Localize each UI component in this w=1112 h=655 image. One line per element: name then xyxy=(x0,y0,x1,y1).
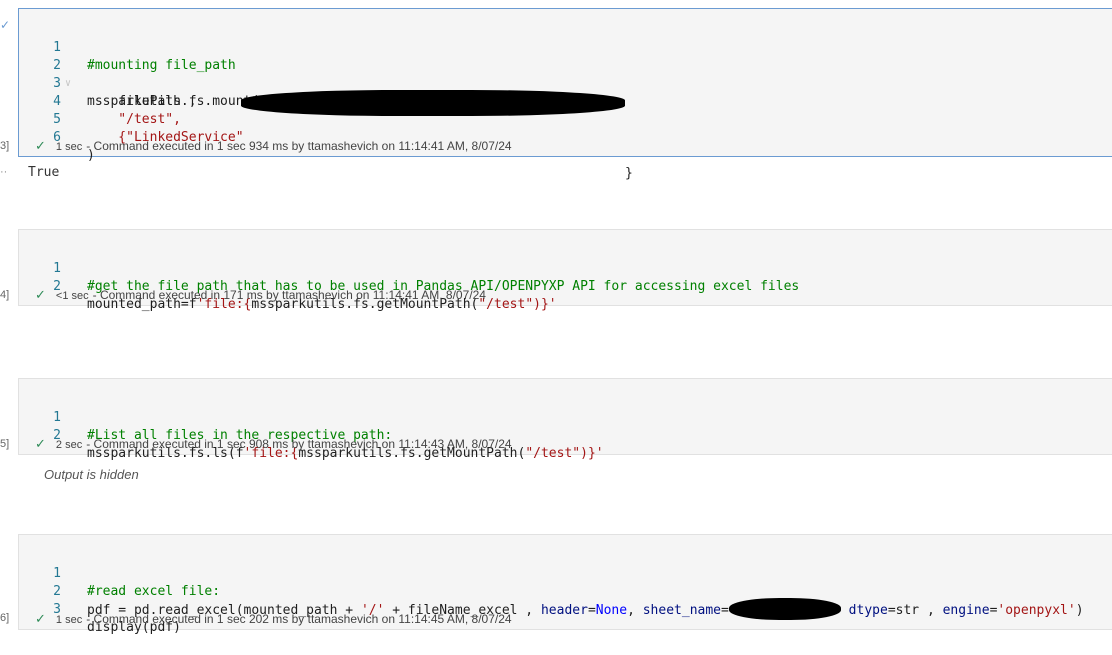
cell-status: ✓ 1 sec - Command executed in 1 sec 934 ms… xyxy=(35,138,512,153)
cell-status: ✓ <1 sec - Command executed in 171 ms by t… xyxy=(35,287,486,302)
code-line[interactable]: 1 #get the file path that has to be used… xyxy=(19,242,799,294)
code-line[interactable]: 2 ∨ mssparkutils.fs.mount( xyxy=(19,39,259,109)
execution-count: 6] xyxy=(0,612,10,624)
output-hidden-label[interactable]: Output is hidden xyxy=(44,467,139,482)
success-check-icon: ✓ xyxy=(35,436,46,451)
execution-count: 4] xyxy=(0,289,10,301)
code-line[interactable]: 2 mssparkutils.fs.ls(f'file:{mssparkutil… xyxy=(19,409,603,461)
code-cell-3[interactable]: 1 #List all files in the respective path… xyxy=(18,378,1112,461)
code-line[interactable]: 2 mounted_path=f'file:{mssparkutils.fs.g… xyxy=(19,260,556,312)
cell-status: ✓ 2 sec - Command executed in 1 sec 908 ms… xyxy=(35,436,512,451)
code-cell-1[interactable]: 1 #mounting file_path 2 ∨ mssparkutils.f… xyxy=(18,8,1112,181)
code-line[interactable]: 1 #read excel file: xyxy=(19,547,220,599)
fold-chevron-icon[interactable]: ∨ xyxy=(65,75,71,93)
execution-count: 3] xyxy=(0,140,10,152)
redacted-region xyxy=(728,598,841,620)
code-cell-2[interactable]: 1 #get the file path that has to be used… xyxy=(18,229,1112,312)
code-line[interactable]: 3 filePath , xyxy=(19,57,196,109)
code-line[interactable]: 5 {"LinkedService" } xyxy=(19,90,633,181)
code-line[interactable]: 6 ) xyxy=(19,111,95,163)
code-line[interactable]: 1 #mounting file_path xyxy=(19,21,236,73)
code-line[interactable]: 2 pdf = pd.read_excel(mounted_path + '/'… xyxy=(19,565,1084,620)
code-cell-4[interactable]: 1 #read excel file: 2 pdf = pd.read_exce… xyxy=(18,534,1112,635)
success-check-icon: ✓ xyxy=(35,287,46,302)
cell-selected-check-icon: ✓ xyxy=(0,18,11,32)
cell-output: True xyxy=(28,165,60,180)
redacted-region xyxy=(241,90,625,116)
success-check-icon: ✓ xyxy=(35,138,46,153)
execution-count: 5] xyxy=(0,438,10,450)
code-line[interactable]: 4 "/test", xyxy=(19,75,181,127)
code-line[interactable]: 3 display(pdf) xyxy=(19,583,181,635)
success-check-icon: ✓ xyxy=(35,611,46,626)
code-line[interactable]: 1 #List all files in the respective path… xyxy=(19,391,392,443)
cell-status: ✓ 1 sec - Command executed in 1 sec 202 ms… xyxy=(35,611,512,626)
output-collapse-icon[interactable]: ·· xyxy=(0,166,7,178)
